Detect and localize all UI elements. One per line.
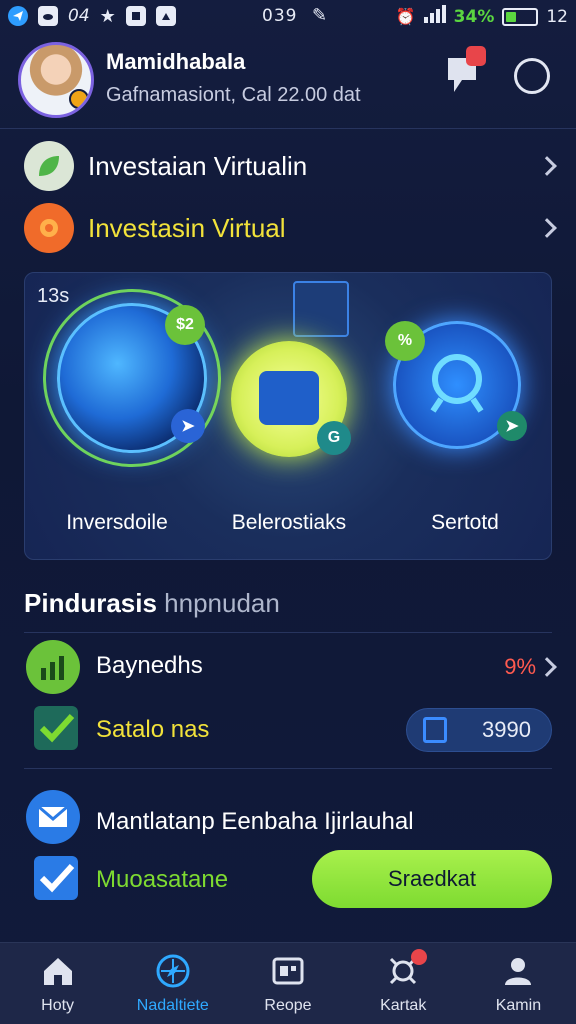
user-name: Mamidhabala [106, 49, 246, 74]
app-icon [125, 6, 146, 26]
nav-label: Kamin [495, 997, 542, 1014]
status-left-text: 04 [68, 6, 90, 26]
nav-label: Reope [264, 997, 312, 1014]
menu-item-label: Investaian Virtualin [88, 150, 308, 181]
notice-row[interactable]: Mantlatanp Eenbaha Ijirlauhal [0, 790, 576, 854]
app-screen: 04 ★ 039 ✎ ⏰ 34% 12 Mamidhabala Gafnamas… [0, 0, 576, 1024]
mail-icon [26, 790, 80, 844]
stat-label: Baynedhs [96, 652, 203, 679]
gallery-icon [155, 6, 176, 26]
g-badge-icon: G [317, 421, 351, 455]
check-icon [34, 706, 78, 750]
notification-badge [466, 46, 486, 66]
stat-row-satalo[interactable]: Satalo nas 3990 [0, 700, 576, 764]
send-badge-icon: ➤ [497, 411, 527, 441]
menu-item-investasin[interactable]: Investasin Virtual [0, 198, 576, 258]
stats-divider [24, 768, 552, 769]
nav-item-home[interactable]: Hoty [0, 943, 115, 1024]
status-bar: 04 ★ 039 ✎ ⏰ 34% 12 [0, 0, 576, 32]
lock-icon [423, 717, 447, 743]
profile-header: Mamidhabala Gafnamasiont, Cal 22.00 dat [0, 32, 576, 128]
chevron-right-icon [537, 156, 557, 176]
section-title-main: Pindurasis [24, 588, 157, 618]
notice-label: Muoasatane [96, 866, 229, 893]
document-icon [259, 371, 319, 425]
nav-item-reope[interactable]: Reope [230, 943, 345, 1024]
dollar-badge-icon: $2 [165, 305, 205, 345]
stat-label: Satalo nas [96, 716, 210, 743]
stat-value: 3990 [482, 717, 531, 742]
hero-item-label: Belerostiaks [231, 511, 347, 534]
status-time: 039 [262, 6, 298, 26]
battery-icon [502, 7, 539, 26]
section-divider [24, 632, 552, 633]
nav-item-explore[interactable]: Nadaltiete [115, 943, 230, 1024]
menu-item-investaian[interactable]: Investaian Virtualin [0, 136, 576, 196]
status-clock: 12 [546, 6, 568, 27]
cta-button[interactable]: Sraedkat [312, 850, 552, 908]
network-icon [385, 949, 428, 989]
star-icon: ★ [99, 5, 116, 27]
header-divider [0, 128, 576, 129]
alarm-icon: ⏰ [395, 7, 416, 26]
arrow-badge-icon: ➤ [171, 409, 205, 443]
section-title: Pindurasis hnpnudan [24, 588, 280, 619]
nav-item-kamin[interactable]: Kamin [461, 943, 576, 1024]
avatar[interactable] [18, 42, 94, 118]
bottom-nav: Hoty Nadaltiete Reope Kartak Kamin [0, 942, 576, 1024]
cloud-icon [38, 6, 58, 26]
hero-illustration-card: 13s $2 ➤ G % ➤ Inversdoile Belerostiaks … [24, 272, 552, 560]
leaf-icon [24, 141, 74, 191]
notification-button[interactable] [444, 46, 486, 98]
percent-badge-icon: % [385, 321, 425, 361]
nav-badge [411, 949, 428, 965]
chevron-right-icon [537, 657, 557, 677]
dashboard-screen-icon [293, 281, 349, 337]
stat-value: 9% [504, 654, 536, 679]
user-icon [500, 953, 536, 989]
menu-circle-button[interactable] [514, 58, 550, 94]
hero-item-label: Inversdoile [66, 511, 168, 534]
stat-row-baynedhs[interactable]: Baynedhs 9% [0, 636, 576, 700]
menu-item-label: Investasin Virtual [88, 212, 286, 243]
pencil-icon: ✎ [312, 5, 328, 26]
battery-percent: 34% [453, 6, 495, 27]
signal-icon [423, 5, 446, 28]
home-icon [40, 953, 76, 989]
flower-icon [24, 203, 74, 253]
card-icon [270, 953, 306, 989]
chevron-right-icon [537, 218, 557, 238]
check-icon [34, 856, 78, 900]
verified-badge-icon [69, 89, 89, 109]
hero-item-label: Sertotd [431, 511, 499, 534]
hero-tag: 13s [37, 285, 70, 307]
user-subtitle: Gafnamasiont, Cal 22.00 dat [106, 84, 361, 106]
notice-label: Mantlatanp Eenbaha Ijirlauhal [96, 808, 414, 835]
stat-value-pill[interactable]: 3990 [406, 708, 552, 752]
bar-chart-icon [26, 640, 80, 694]
nav-label: Kartak [380, 997, 427, 1014]
nav-label: Hoty [41, 997, 75, 1014]
nav-item-kartak[interactable]: Kartak [346, 943, 461, 1024]
section-subtitle: hnpnudan [164, 588, 280, 618]
compass-icon [155, 953, 191, 989]
telegram-icon [8, 6, 28, 26]
nav-label: Nadaltiete [136, 997, 209, 1014]
